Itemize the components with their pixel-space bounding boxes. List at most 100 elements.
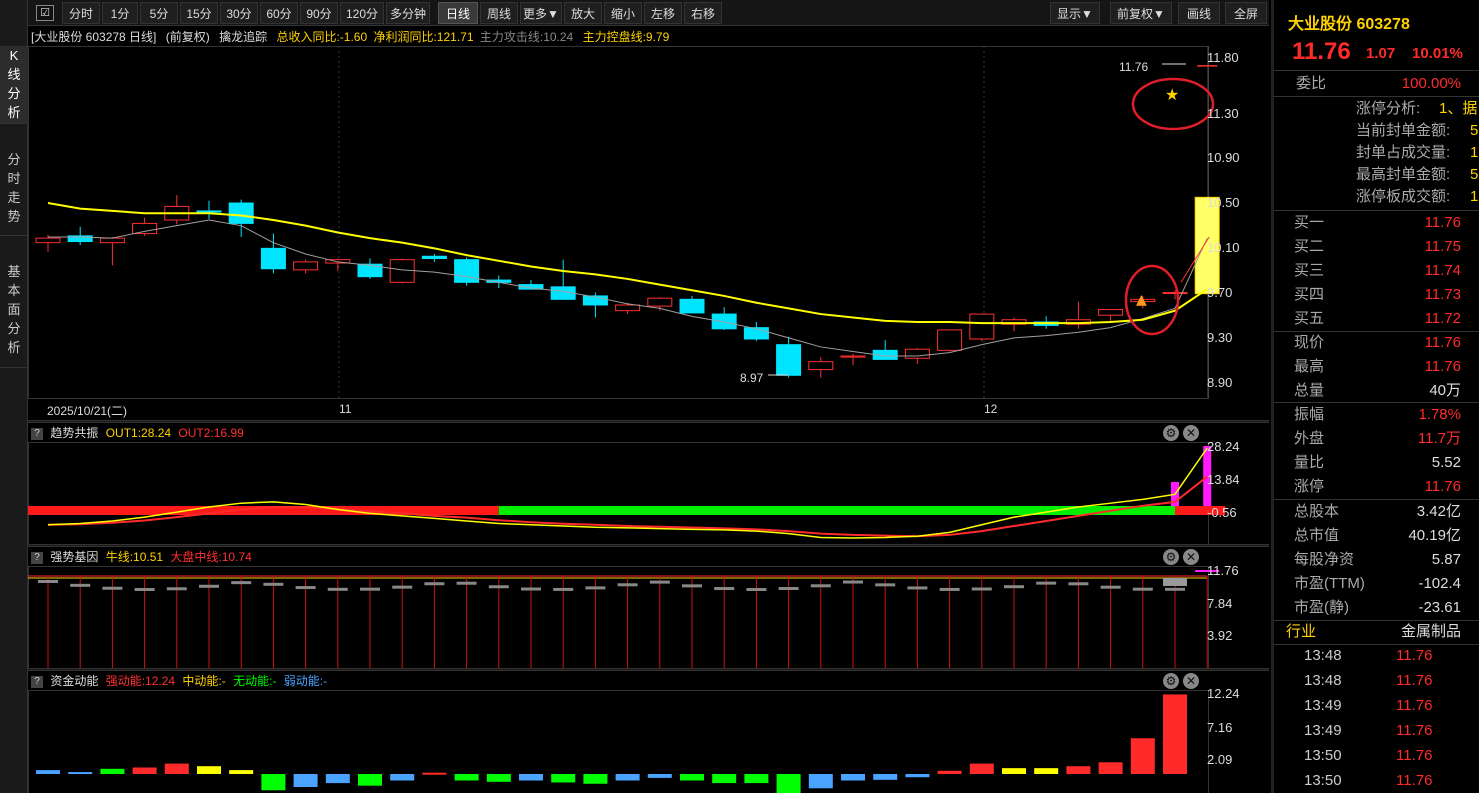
period-button[interactable]: 周线	[480, 2, 518, 24]
adjust-label: (前复权)	[165, 30, 210, 44]
stat-row: 涨停 11.76	[1274, 475, 1479, 499]
period-button[interactable]: 15分	[180, 2, 218, 24]
pane-divider[interactable]	[28, 420, 1269, 423]
revenue-yoy: 总收入同比:-1.60	[276, 30, 368, 44]
out1-value: OUT1:28.24	[105, 426, 172, 440]
tick-price: 11.76	[1396, 747, 1433, 764]
stat-row: 市盈(TTM) -102.4	[1274, 572, 1479, 596]
candlestick-chart[interactable]: ★▲	[28, 46, 1269, 420]
price-change-pct: 10.01%	[1412, 45, 1463, 62]
chart-info-bar: [大业股份 603278 日线] (前复权) 擒龙追踪 总收入同比:-1.60 …	[31, 29, 675, 45]
y-tick: 7.16	[1207, 720, 1233, 735]
momentum-bar	[486, 774, 511, 782]
fundamental-stats: 总股本 3.42亿 总市值 40.19亿 每股净资 5.87 市盈(TTM) -102.4 市盈…	[1274, 500, 1479, 620]
pane-divider[interactable]	[28, 544, 1269, 547]
momentum-bar	[164, 763, 189, 774]
fund-momentum-chart[interactable]	[28, 690, 1269, 793]
nav-char: 走	[7, 190, 21, 205]
close-icon[interactable]: ✕	[1183, 549, 1199, 565]
industry-row[interactable]: 行业 金属制品	[1274, 620, 1479, 644]
period-button[interactable]: 放大	[564, 2, 602, 24]
indicator-name[interactable]: 资金动能	[50, 674, 98, 688]
tick-price: 11.76	[1396, 772, 1433, 789]
trend-resonance-header: ? 趋势共振 OUT1:28.24 OUT2:16.99	[31, 425, 248, 441]
indicator-name[interactable]: 趋势共振	[50, 426, 98, 440]
period-button[interactable]: 左移	[644, 2, 682, 24]
high-price-marker: 11.76	[1119, 60, 1149, 74]
gear-icon[interactable]: ⚙	[1163, 673, 1179, 689]
period-button[interactable]: 30分	[220, 2, 258, 24]
stat-row: 总市值 40.19亿	[1274, 524, 1479, 548]
help-icon[interactable]: ?	[31, 675, 43, 688]
gene-mark	[134, 587, 155, 591]
period-button[interactable]: 60分	[260, 2, 298, 24]
low-price-marker: 8.97	[740, 371, 764, 385]
tick-row: 13:50 11.76	[1274, 769, 1479, 793]
nav-char: 分	[7, 152, 21, 167]
period-button[interactable]: 多分钟	[386, 2, 430, 24]
momentum-bar	[776, 774, 801, 793]
close-icon[interactable]: ✕	[1183, 673, 1199, 689]
nav-fundamental[interactable]: 基 本 面 分 析	[0, 260, 28, 368]
bid-row-label: 买二	[1294, 238, 1325, 255]
trend-resonance-chart[interactable]	[28, 442, 1269, 544]
gene-mark	[70, 583, 91, 587]
period-button[interactable]: 分时	[62, 2, 100, 24]
period-button[interactable]: 更多▼	[520, 2, 562, 24]
momentum-bar	[519, 774, 543, 781]
gear-icon[interactable]: ⚙	[1163, 549, 1179, 565]
help-icon[interactable]: ?	[31, 427, 43, 440]
limit-up-row: 涨停板成交额: 1.	[1274, 185, 1479, 209]
pane-divider[interactable]	[28, 668, 1269, 671]
fullscreen-button[interactable]: 全屏	[1225, 2, 1267, 24]
candle-body	[35, 237, 61, 244]
indicator-name[interactable]: 强势基因	[50, 550, 98, 564]
momentum-bar	[197, 766, 221, 774]
tick-row: 13:48 11.76	[1274, 644, 1479, 668]
momentum-bar	[229, 770, 254, 774]
y-tick: 11.30	[1207, 106, 1239, 121]
period-button[interactable]: 120分	[340, 2, 384, 24]
adjust-menu-button[interactable]: 前复权▼	[1110, 2, 1172, 24]
momentum-bar	[422, 772, 447, 775]
nav-intraday[interactable]: 分 时 走 势	[0, 146, 28, 236]
period-button[interactable]: 日线	[438, 2, 478, 24]
gear-icon[interactable]: ⚙	[1163, 425, 1179, 441]
nav-char: 分	[7, 86, 21, 101]
nav-kline-analysis[interactable]: K 线 分 析	[0, 46, 28, 124]
candle-body	[615, 304, 641, 312]
limit-up-label: 当前封单金额:	[1356, 122, 1451, 139]
help-icon[interactable]: ?	[31, 551, 43, 564]
period-button[interactable]: 1分	[102, 2, 138, 24]
limit-up-label: 最高封单金额:	[1356, 166, 1451, 183]
indicator-name[interactable]: 擒龙追踪	[219, 30, 267, 44]
period-button[interactable]: 右移	[684, 2, 722, 24]
bid-row-value: 11.73	[1424, 286, 1461, 303]
stat-row-value: 11.76	[1424, 334, 1461, 351]
gene-mark	[1165, 587, 1185, 591]
stat-row-label: 总市值	[1294, 527, 1340, 544]
gene-mark	[617, 583, 638, 587]
close-icon[interactable]: ✕	[1183, 425, 1199, 441]
nav-char: 面	[7, 302, 21, 317]
candle-body	[743, 327, 769, 340]
display-menu-button[interactable]: 显示▼	[1050, 2, 1100, 24]
divider	[1274, 70, 1479, 71]
strong-gene-chart[interactable]	[28, 566, 1269, 668]
stat-row-label: 振幅	[1294, 406, 1325, 423]
period-button[interactable]: 缩小	[604, 2, 642, 24]
stat-row: 总量 40万	[1274, 379, 1479, 403]
gene-mark	[1004, 585, 1024, 589]
period-button[interactable]: 5分	[140, 2, 178, 24]
nav-char: 分	[7, 321, 21, 336]
draw-button[interactable]: 画线	[1178, 2, 1220, 24]
stat-row-value: 3.42亿	[1416, 503, 1461, 520]
checkbox-icon[interactable]: ☑	[36, 5, 54, 21]
y-tick: 11.80	[1207, 50, 1239, 65]
gene-mark	[843, 580, 863, 584]
period-button[interactable]: 90分	[300, 2, 338, 24]
tick-list[interactable]: 13:48 11.76 13:48 11.76 13:49 11.76 13:49 11.76…	[1274, 644, 1479, 793]
stat-row-value: 5.87	[1431, 551, 1461, 568]
strong-momentum-value: 强动能:12.24	[105, 674, 176, 688]
gene-mark	[714, 587, 735, 591]
